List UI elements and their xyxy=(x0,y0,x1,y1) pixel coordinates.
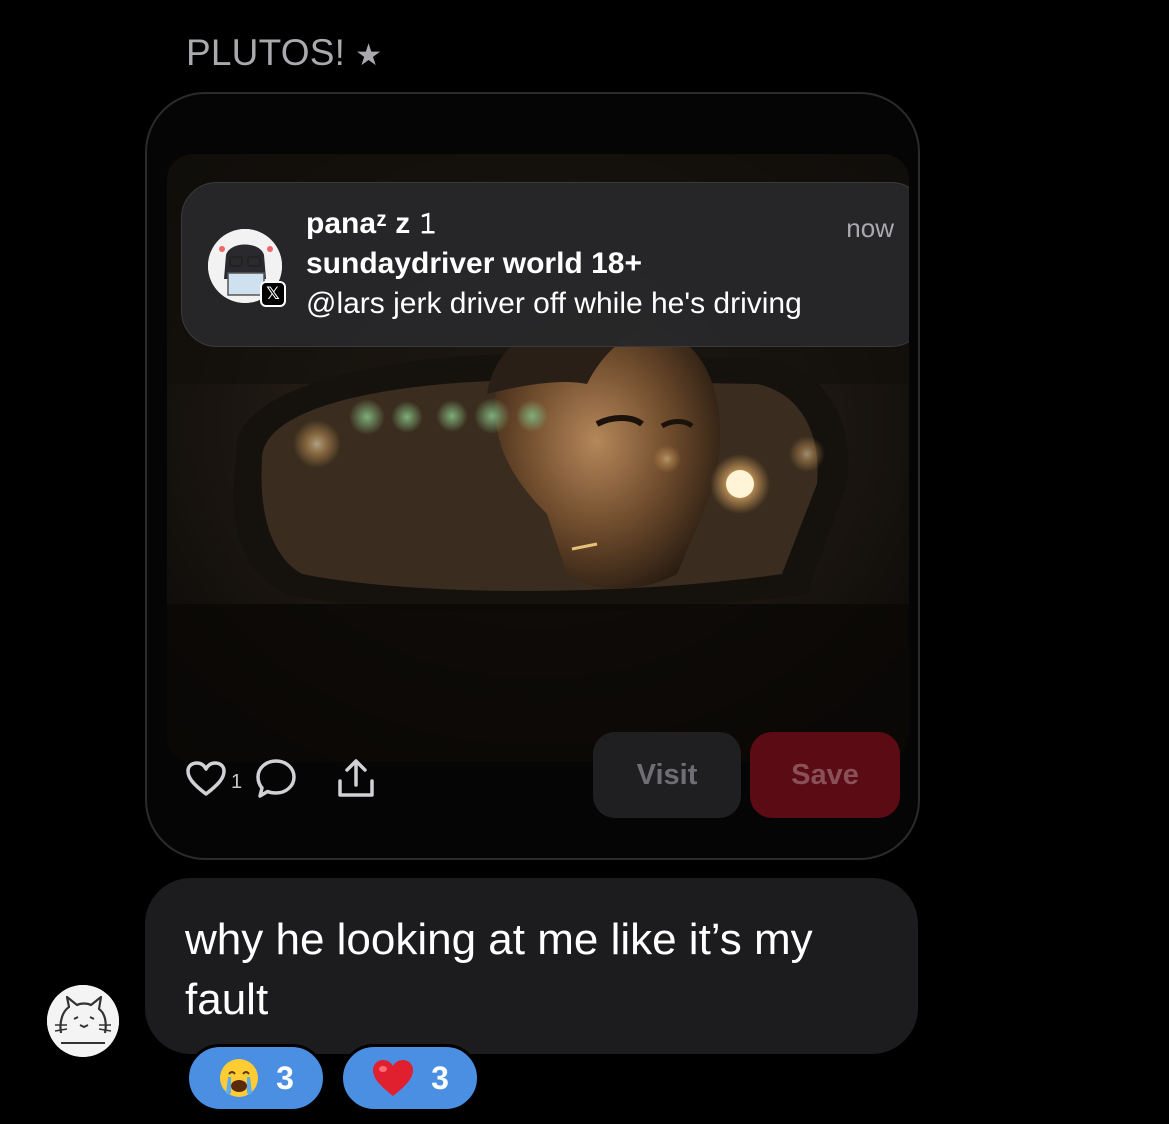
reaction-count: 3 xyxy=(276,1059,294,1096)
cat-doodle-icon xyxy=(47,985,119,1057)
save-button[interactable]: Save xyxy=(750,732,900,818)
visit-button[interactable]: Visit xyxy=(593,732,741,818)
notification-time: now xyxy=(846,213,894,243)
post-image[interactable]: 𝕏 panaᶻ z 𝟷 sundaydriver world 18+ @lars… xyxy=(167,154,909,762)
post-actions: 1 xyxy=(185,749,378,809)
heart-icon[interactable] xyxy=(185,760,227,798)
comment-icon[interactable] xyxy=(254,757,298,801)
red-heart-icon xyxy=(371,1058,415,1098)
notification-banner[interactable]: 𝕏 panaᶻ z 𝟷 sundaydriver world 18+ @lars… xyxy=(181,182,909,347)
shared-post-card[interactable]: 𝕏 panaᶻ z 𝟷 sundaydriver world 18+ @lars… xyxy=(145,92,920,860)
message-bubble[interactable]: why he looking at me like it’s my fault xyxy=(145,878,918,1054)
x-logo-icon: 𝕏 xyxy=(260,281,286,307)
notification-author: panaᶻ z 𝟷 xyxy=(306,207,438,240)
avatar[interactable] xyxy=(47,985,119,1057)
reaction-crying[interactable]: 3 xyxy=(186,1044,326,1112)
reaction-heart[interactable]: 3 xyxy=(340,1044,480,1112)
sender-name: PLUTOS! ★ xyxy=(186,32,382,74)
crying-face-icon xyxy=(218,1057,260,1099)
notification-title: sundaydriver world 18+ xyxy=(306,247,642,280)
notification-text: @lars jerk driver off while he's driving xyxy=(306,287,802,320)
message-text: why he looking at me like it’s my fault xyxy=(185,915,813,1024)
like-count: 1 xyxy=(231,770,243,793)
sender-name-text: PLUTOS! xyxy=(186,32,346,73)
star-icon: ★ xyxy=(355,39,383,72)
reaction-count: 3 xyxy=(431,1059,449,1096)
share-icon[interactable] xyxy=(334,757,378,801)
